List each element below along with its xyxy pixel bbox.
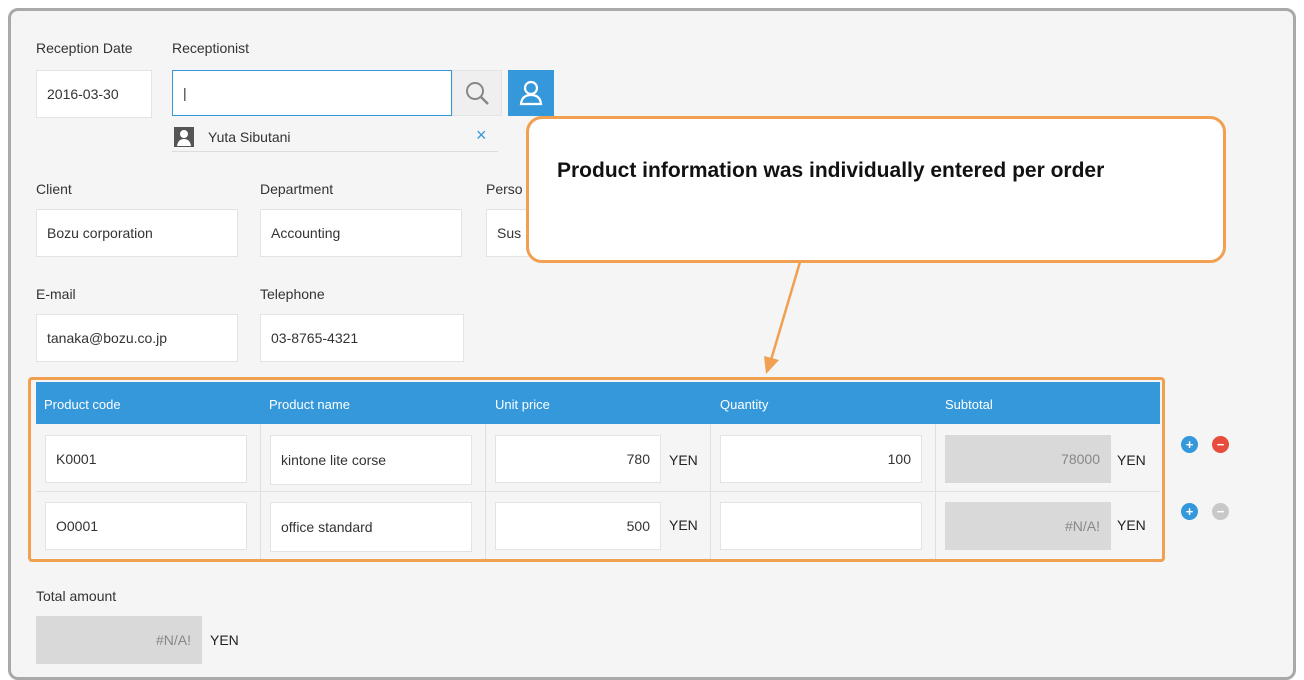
callout-arrow <box>764 261 802 374</box>
annotation-text: Product information was individually ent… <box>557 159 1105 182</box>
annotation-callout: Product information was individually ent… <box>526 116 1226 263</box>
